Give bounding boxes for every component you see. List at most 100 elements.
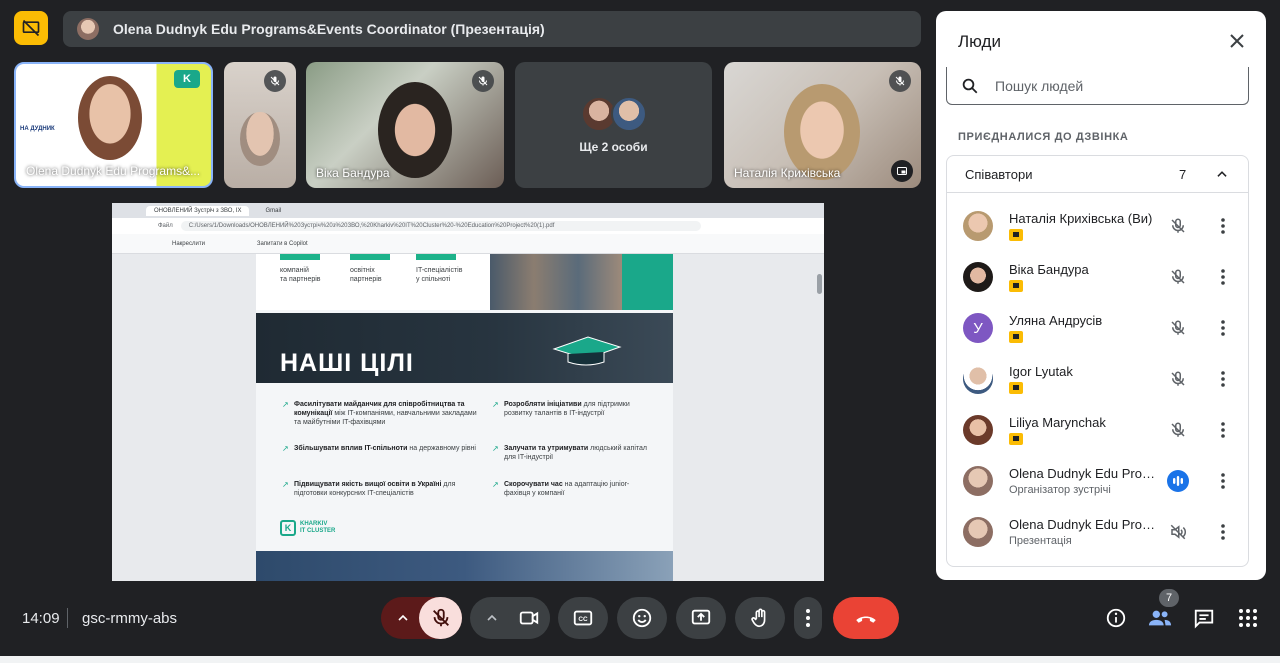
participant-name: Liliya Marynchak	[1009, 415, 1106, 430]
kharkiv-it-cluster-logo: K KHARKIV IT CLUSTER	[280, 520, 335, 536]
cohosts-header[interactable]: Співавтори 7	[947, 156, 1248, 193]
participant-more-button[interactable]	[1215, 266, 1231, 288]
participant-row[interactable]: Olena Dudnyk Edu Prog... Презентація	[947, 505, 1250, 555]
more-vert-icon	[1221, 320, 1225, 336]
participant-more-button[interactable]	[1215, 368, 1231, 390]
pdf-copilot-label: Запитати в Copilot	[256, 240, 308, 247]
participant-name: Olena Dudnyk Edu Prog...	[1009, 517, 1159, 532]
goal-bold: Залучати та утримувати	[504, 445, 589, 452]
meeting-info-button[interactable]	[1104, 606, 1128, 630]
browser-tab-strip: ОНОВЛЕНИЙ Зустріч з ЗВО, IX Gmail	[112, 203, 824, 218]
activities-button[interactable]	[1236, 606, 1260, 630]
mic-off-icon	[432, 608, 449, 627]
goal-bold: Збільшувати вплив IT-спільноти	[294, 445, 408, 452]
chevron-up-icon	[1217, 171, 1227, 177]
goals-banner: НАШІ ЦІЛІ	[256, 313, 673, 383]
participant-more-button[interactable]	[1215, 521, 1231, 543]
goal-item: ↗ Збільшувати вплив IT-спільноти на держа…	[282, 444, 476, 453]
mic-off-icon	[472, 70, 494, 92]
avatar	[963, 211, 993, 241]
participant-mic-off-button[interactable]	[1167, 368, 1189, 390]
presentation-icon[interactable]	[14, 11, 48, 45]
participant-mic-off-button[interactable]	[1167, 419, 1189, 441]
picture-in-picture-icon[interactable]	[891, 160, 913, 182]
people-icon	[1148, 610, 1172, 626]
collapse-group-button[interactable]	[1213, 165, 1231, 183]
raise-hand-button[interactable]	[735, 597, 785, 639]
graduation-cap-icon	[552, 336, 622, 366]
browser-tab: Gmail	[265, 207, 282, 214]
goal-text: на державному рівні	[407, 445, 476, 452]
participant-more-button[interactable]	[1215, 419, 1231, 441]
next-page-photo	[256, 551, 673, 581]
close-icon	[1230, 34, 1244, 48]
mic-off-icon	[1171, 422, 1185, 437]
stat-number-bar	[280, 254, 320, 260]
participant-more-button[interactable]	[1215, 317, 1231, 339]
logo-mark: K	[280, 520, 296, 536]
people-count-badge: 7	[1159, 589, 1179, 607]
speaking-indicator-icon	[1167, 470, 1189, 492]
participant-tile[interactable]: Віка Бандура	[306, 62, 504, 188]
tile-name: Наталія Крихівська	[734, 166, 841, 180]
chevron-up-icon	[487, 614, 497, 621]
goal-item: ↗ Фасилітувати майданчик для співробітниц…	[282, 400, 477, 426]
end-call-button[interactable]	[833, 597, 899, 639]
group-title: Співавтори	[965, 167, 1033, 182]
participant-tile-self[interactable]: Наталія Крихівська	[724, 62, 921, 188]
participant-mic-off-button[interactable]	[1167, 215, 1189, 237]
participant-row[interactable]: Віка Бандура	[947, 250, 1250, 300]
participant-row[interactable]: Olena Dudnyk Edu Prog... Організатор зус…	[947, 454, 1250, 504]
presenter-title-bar[interactable]: Olena Dudnyk Edu Programs&Events Coordin…	[63, 11, 921, 47]
stat-item: компаній та партнерів	[280, 254, 321, 284]
mic-toggle-button[interactable]	[419, 597, 462, 639]
camera-toggle-button[interactable]	[508, 597, 550, 639]
participant-name: Наталія Крихівська (Ви)	[1009, 211, 1153, 226]
chat-button[interactable]	[1192, 606, 1216, 630]
present-screen-icon	[691, 609, 711, 625]
more-participants-tile[interactable]: Ще 2 особи	[515, 62, 712, 188]
goal-item: ↗ Залучати та утримувати людський капітал…	[492, 444, 647, 461]
participant-video	[78, 76, 142, 160]
people-button[interactable]	[1148, 606, 1172, 630]
participant-role: Організатор зустрічі	[1009, 484, 1111, 496]
captions-button[interactable]: CC	[558, 597, 608, 639]
cohost-badge-icon	[1009, 433, 1023, 445]
participant-name: Igor Lyutak	[1009, 364, 1073, 379]
cohost-badge-icon	[1009, 331, 1023, 343]
url-text: C:/Users/1/Downloads/ОНОВЛЕНИЙ%20Зустріч…	[180, 221, 701, 231]
hand-icon	[751, 608, 766, 628]
participant-row[interactable]: Наталія Крихівська (Ви)	[947, 199, 1250, 249]
stat-label: компаній та партнерів	[280, 267, 321, 283]
participant-row[interactable]: У Уляна Андрусів	[947, 301, 1250, 351]
participant-tile[interactable]	[224, 62, 296, 188]
stat-item: IT-спеціалістів у спільноті	[416, 254, 462, 284]
participant-name: Olena Dudnyk Edu Prog...	[1009, 466, 1159, 481]
mic-off-icon	[1171, 320, 1185, 335]
group-count: 7	[1179, 167, 1187, 182]
pdf-scrollbar[interactable]	[817, 274, 822, 294]
stats-section: компаній та партнерів освітніх партнерів…	[256, 254, 673, 310]
participant-mic-off-button[interactable]	[1167, 266, 1189, 288]
participant-row[interactable]: Liliya Marynchak	[947, 403, 1250, 453]
participant-mic-off-button[interactable]	[1167, 317, 1189, 339]
clock: 14:09	[22, 610, 60, 627]
participant-more-button[interactable]	[1215, 215, 1231, 237]
chevron-up-icon	[398, 614, 408, 621]
goal-item: ↗ Розробляти ініціативи для підтримки роз…	[492, 400, 630, 417]
goal-bold: Скорочувати час	[504, 481, 563, 488]
pdf-draw-label: Накреслити	[172, 240, 205, 247]
stat-item: освітніх партнерів	[350, 254, 390, 284]
close-panel-button[interactable]	[1226, 30, 1248, 52]
people-search[interactable]	[946, 67, 1249, 105]
more-options-button[interactable]	[794, 597, 822, 639]
section-label: ПРИЄДНАЛИСЯ ДО ДЗВІНКА	[958, 131, 1129, 143]
participant-row[interactable]: Igor Lyutak	[947, 352, 1250, 402]
present-now-button[interactable]	[676, 597, 726, 639]
pdf-page: компаній та партнерів освітніх партнерів…	[256, 254, 673, 581]
participant-tile-presenter[interactable]: НА ДУДНИК K Olena Dudnyk Edu Programs&..…	[14, 62, 213, 188]
search-input[interactable]	[995, 77, 1235, 94]
reactions-button[interactable]	[617, 597, 667, 639]
participant-more-button[interactable]	[1215, 470, 1231, 492]
svg-text:CC: CC	[578, 616, 588, 623]
